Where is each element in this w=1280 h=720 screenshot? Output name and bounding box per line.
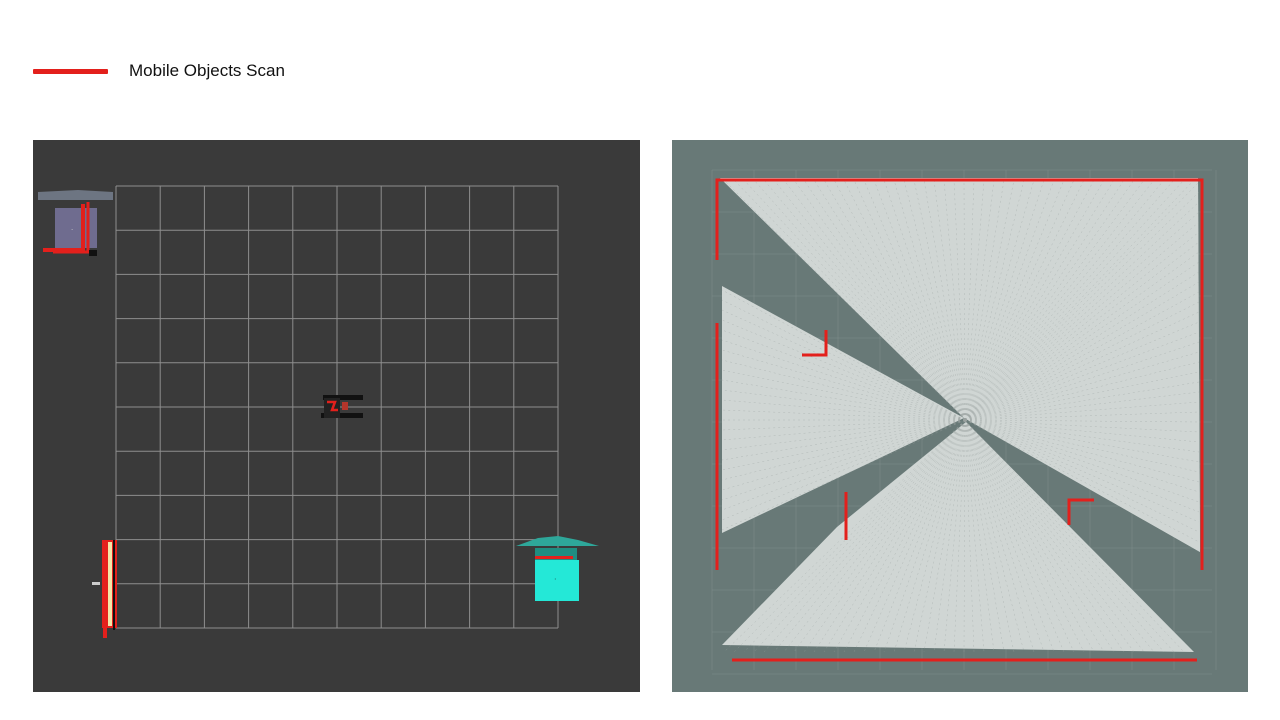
purple-box-shadow [89, 250, 97, 256]
purple-box-marker-icon: · [71, 226, 73, 234]
wall-scan-tail [103, 626, 107, 638]
scan-map-canvas[interactable] [672, 140, 1248, 692]
simulation-canvas[interactable]: · · [33, 140, 640, 692]
cyan-box-marker-icon: · [554, 575, 557, 584]
wall-surface [108, 542, 112, 626]
simulation-view[interactable]: · · [33, 140, 640, 692]
wall-edge [113, 540, 115, 630]
cyan-box-body [535, 560, 579, 601]
purple-box-roof [38, 190, 113, 200]
wall-marker-icon [92, 582, 100, 585]
scan-map-view[interactable] [672, 140, 1248, 692]
legend-line-swatch [33, 68, 108, 74]
robot-sensor [342, 402, 348, 410]
legend-label: Mobile Objects Scan [129, 61, 285, 80]
cyan-box-scan-hit [535, 556, 573, 559]
legend: Mobile Objects Scan [33, 58, 285, 84]
purple-box-body [55, 208, 97, 248]
